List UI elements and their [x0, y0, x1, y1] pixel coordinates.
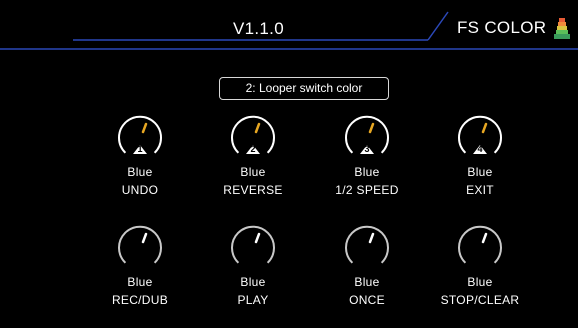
device-screen: V1.1.0 FS COLOR 2: Looper switch color 1… — [0, 0, 578, 328]
knob-8-color-value: Blue — [467, 275, 493, 289]
knob-4-number: 4 — [477, 144, 483, 154]
knob-4-color-value: Blue — [467, 165, 493, 179]
knob-2-number: 2 — [250, 144, 256, 154]
footswitch-icon — [554, 18, 570, 39]
knob-7-label: ONCE — [349, 293, 385, 307]
knob-6-label: PLAY — [237, 293, 269, 307]
knob-2-color-value: Blue — [240, 165, 266, 179]
knob-3-label: 1/2 SPEED — [335, 183, 399, 197]
knob-3-color-value: Blue — [354, 165, 380, 179]
knob-6-color-value: Blue — [240, 275, 266, 289]
knob-7-dial[interactable] — [343, 222, 391, 270]
knob-8-dial[interactable] — [456, 222, 504, 270]
knob-4-label: EXIT — [466, 183, 494, 197]
knob-2-label: REVERSE — [223, 183, 283, 197]
knob-7-color-value: Blue — [354, 275, 380, 289]
knob-1-color-value: Blue — [127, 165, 153, 179]
knob-5-label: REC/DUB — [111, 293, 169, 307]
knob-6-dial[interactable] — [229, 222, 277, 270]
page-title: FS COLOR — [457, 18, 547, 37]
knob-5-color-value: Blue — [127, 275, 153, 289]
knob-3-number: 3 — [364, 144, 370, 154]
firmware-version: V1.1.0 — [233, 19, 284, 38]
knob-1-label: UNDO — [121, 183, 159, 197]
knob-5-dial[interactable] — [116, 222, 164, 270]
parameter-selector[interactable]: 2: Looper switch color — [219, 77, 389, 100]
knob-1-number: 1 — [137, 144, 143, 154]
knob-8-label: STOP/CLEAR — [440, 293, 520, 307]
